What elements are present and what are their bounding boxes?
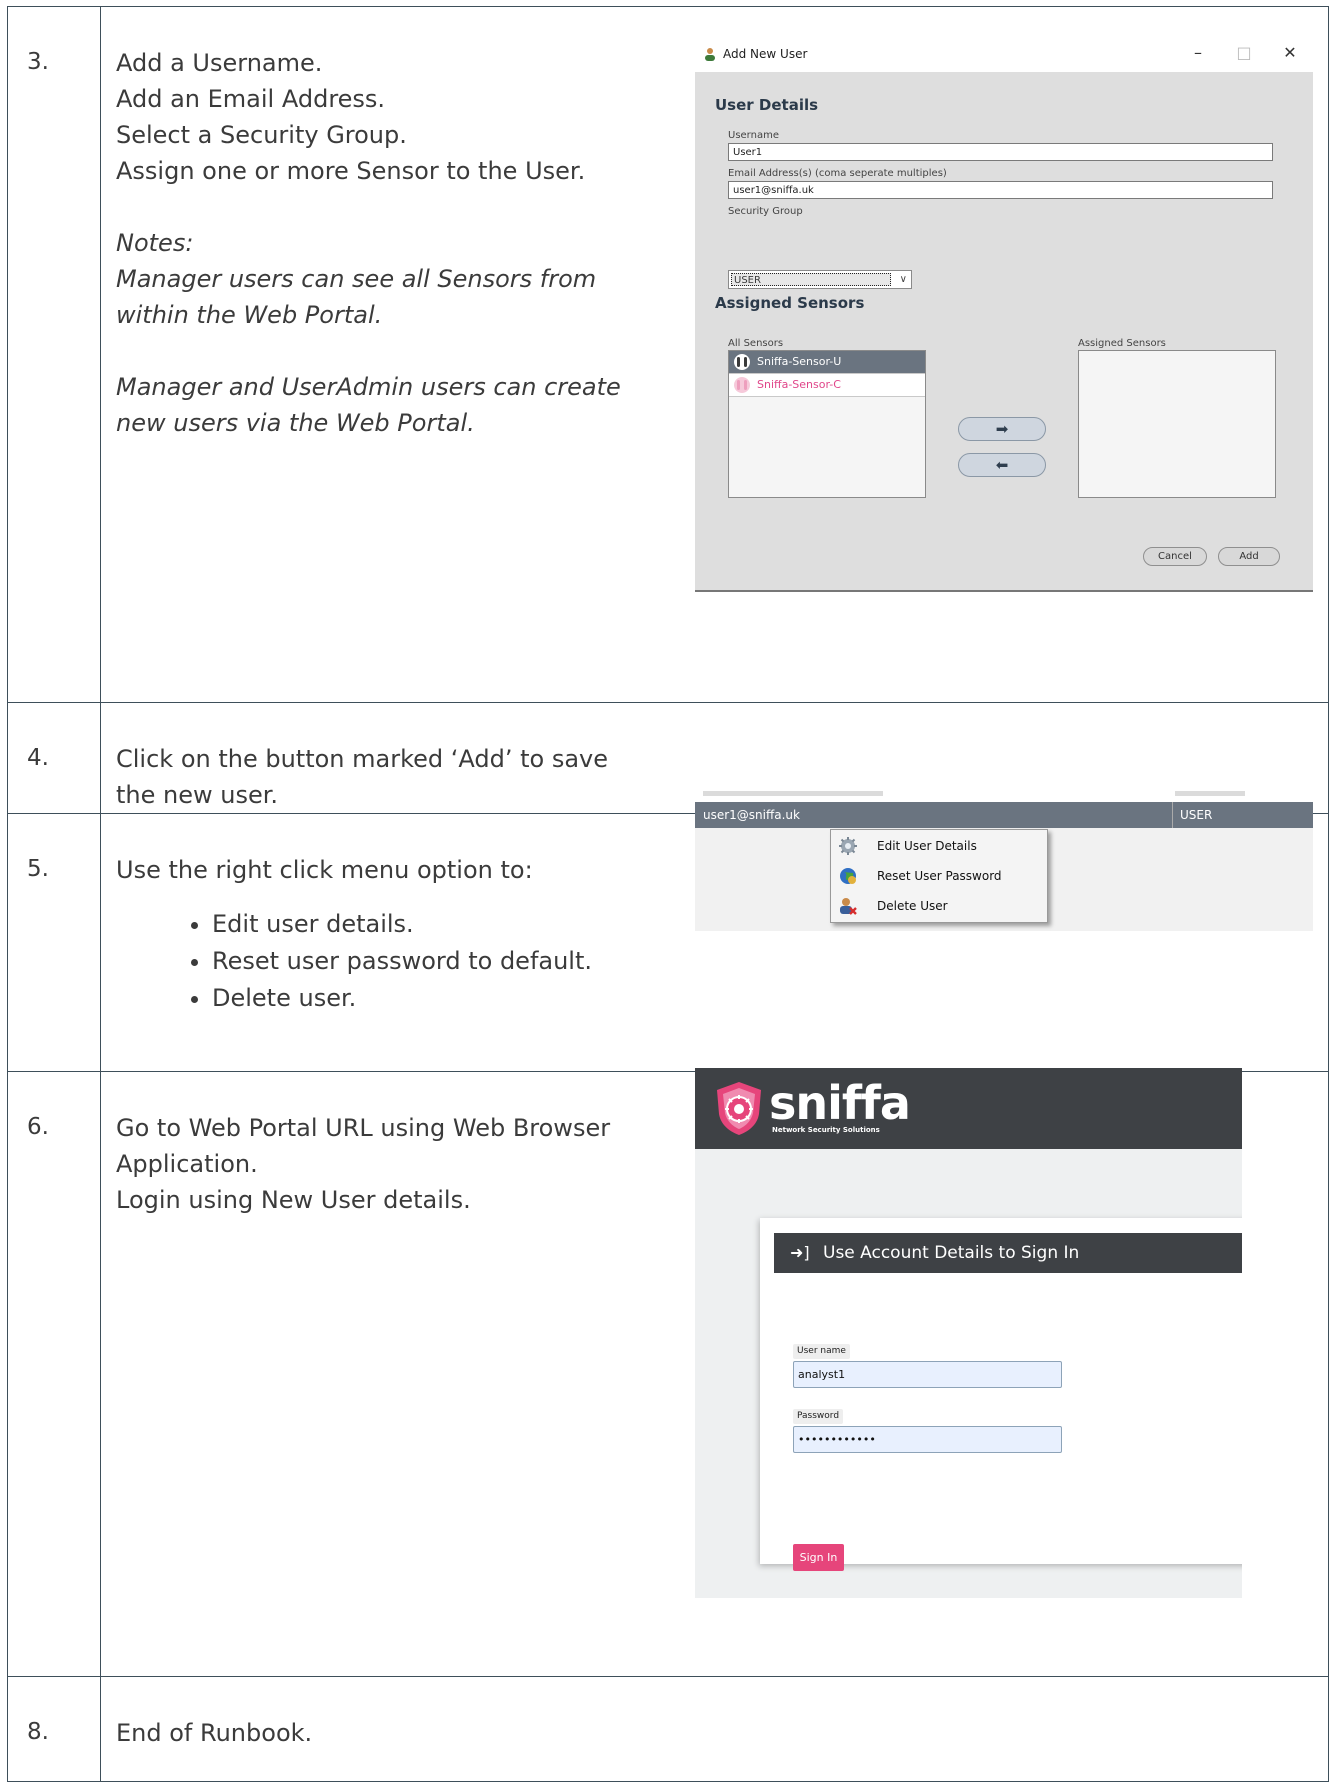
- email-label: Email Address(s) (coma seperate multiple…: [728, 168, 947, 179]
- password-input[interactable]: ••••••••••••: [793, 1426, 1062, 1453]
- email-field[interactable]: user1@sniffa.uk: [728, 181, 1273, 199]
- table-row[interactable]: user1@sniffa.uk USER: [695, 802, 1313, 828]
- row-email: user1@sniffa.uk: [703, 808, 800, 822]
- sensor-icon: [734, 377, 750, 393]
- cancel-button[interactable]: Cancel: [1143, 547, 1207, 566]
- step-number: 5.: [7, 813, 101, 1072]
- security-group-value: USER: [731, 273, 891, 286]
- sign-in-card-header: ➜] Use Account Details to Sign In: [774, 1233, 1242, 1273]
- minimize-button[interactable]: –: [1175, 36, 1221, 72]
- menu-item-edit-user[interactable]: Edit User Details: [831, 831, 1047, 861]
- menu-item-label: Edit User Details: [877, 839, 977, 853]
- sniffa-shield-logo: [717, 1082, 761, 1135]
- card-title: Use Account Details to Sign In: [823, 1243, 1080, 1263]
- web-portal-screenshot: sniffa Network Security Solutions ➜] Use…: [695, 1068, 1242, 1598]
- security-group-select[interactable]: USER ∨: [728, 270, 912, 289]
- username-input[interactable]: analyst1: [793, 1361, 1062, 1388]
- portal-header: sniffa Network Security Solutions: [695, 1068, 1242, 1149]
- list-item[interactable]: Sniffa-Sensor-U: [729, 351, 925, 374]
- globe-icon: [840, 868, 856, 884]
- menu-item-reset-password[interactable]: Reset User Password: [831, 861, 1047, 891]
- chevron-down-icon: ∨: [899, 274, 907, 285]
- username-label: User name: [793, 1344, 850, 1359]
- row-group: USER: [1180, 808, 1213, 822]
- dialog-titlebar: Add New User – □ ✕: [695, 36, 1313, 72]
- user-list-context-menu-screenshot: user1@sniffa.uk USER Edit User Details R…: [695, 785, 1313, 931]
- all-sensors-label: All Sensors: [728, 338, 784, 349]
- step-number: 3.: [7, 6, 101, 703]
- user-icon: [705, 48, 715, 61]
- user-details-heading: User Details: [715, 96, 819, 114]
- step-number: 8.: [7, 1676, 101, 1782]
- security-group-label: Security Group: [728, 206, 803, 217]
- list-item: Delete user.: [212, 980, 1328, 1017]
- sign-in-icon: ➜]: [790, 1243, 810, 1262]
- menu-item-label: Reset User Password: [877, 869, 1002, 883]
- assigned-sensors-label: Assigned Sensors: [1078, 338, 1166, 349]
- password-label: Password: [793, 1409, 844, 1424]
- brand-tagline: Network Security Solutions: [772, 1126, 880, 1134]
- assigned-sensors-heading: Assigned Sensors: [715, 294, 865, 312]
- add-button[interactable]: Add: [1218, 547, 1280, 566]
- maximize-button[interactable]: □: [1221, 36, 1267, 72]
- step-number: 6.: [7, 1071, 101, 1677]
- list-item: Reset user password to default.: [212, 943, 1328, 980]
- gear-icon: [839, 837, 857, 855]
- delete-user-icon: [840, 898, 857, 915]
- sign-in-button[interactable]: Sign In: [793, 1544, 844, 1571]
- username-label: Username: [728, 130, 779, 141]
- sign-in-card: ➜] Use Account Details to Sign In User n…: [760, 1218, 1242, 1571]
- move-left-button[interactable]: ⬅: [958, 453, 1046, 477]
- instruction-line: End of Runbook.: [116, 1719, 313, 1747]
- sensor-name: Sniffa-Sensor-U: [757, 355, 842, 368]
- username-field[interactable]: User1: [728, 143, 1273, 161]
- dialog-title: Add New User: [723, 47, 808, 61]
- dialog-body: User Details Username User1 Email Addres…: [695, 72, 1313, 592]
- add-user-dialog: Add New User – □ ✕ User Details Username…: [695, 36, 1313, 592]
- brand-name: sniffa: [769, 1076, 911, 1130]
- all-sensors-list[interactable]: Sniffa-Sensor-U Sniffa-Sensor-C: [728, 350, 926, 498]
- instruction-line: Click on the button marked ‘Add’ to save: [116, 745, 609, 773]
- step-content: End of Runbook.: [100, 1676, 1329, 1782]
- step-row-8: 8. End of Runbook.: [7, 1676, 1329, 1782]
- sensor-name: Sniffa-Sensor-C: [757, 378, 841, 391]
- menu-item-label: Delete User: [877, 899, 948, 913]
- context-menu: Edit User Details Reset User Password De…: [830, 829, 1048, 923]
- sensor-icon: [734, 354, 750, 370]
- move-right-button[interactable]: ➡: [958, 417, 1046, 441]
- menu-item-delete-user[interactable]: Delete User: [831, 891, 1047, 921]
- assigned-sensors-list[interactable]: [1078, 350, 1276, 498]
- list-item[interactable]: Sniffa-Sensor-C: [729, 374, 925, 397]
- step-number: 4.: [7, 702, 101, 814]
- close-button[interactable]: ✕: [1267, 36, 1313, 72]
